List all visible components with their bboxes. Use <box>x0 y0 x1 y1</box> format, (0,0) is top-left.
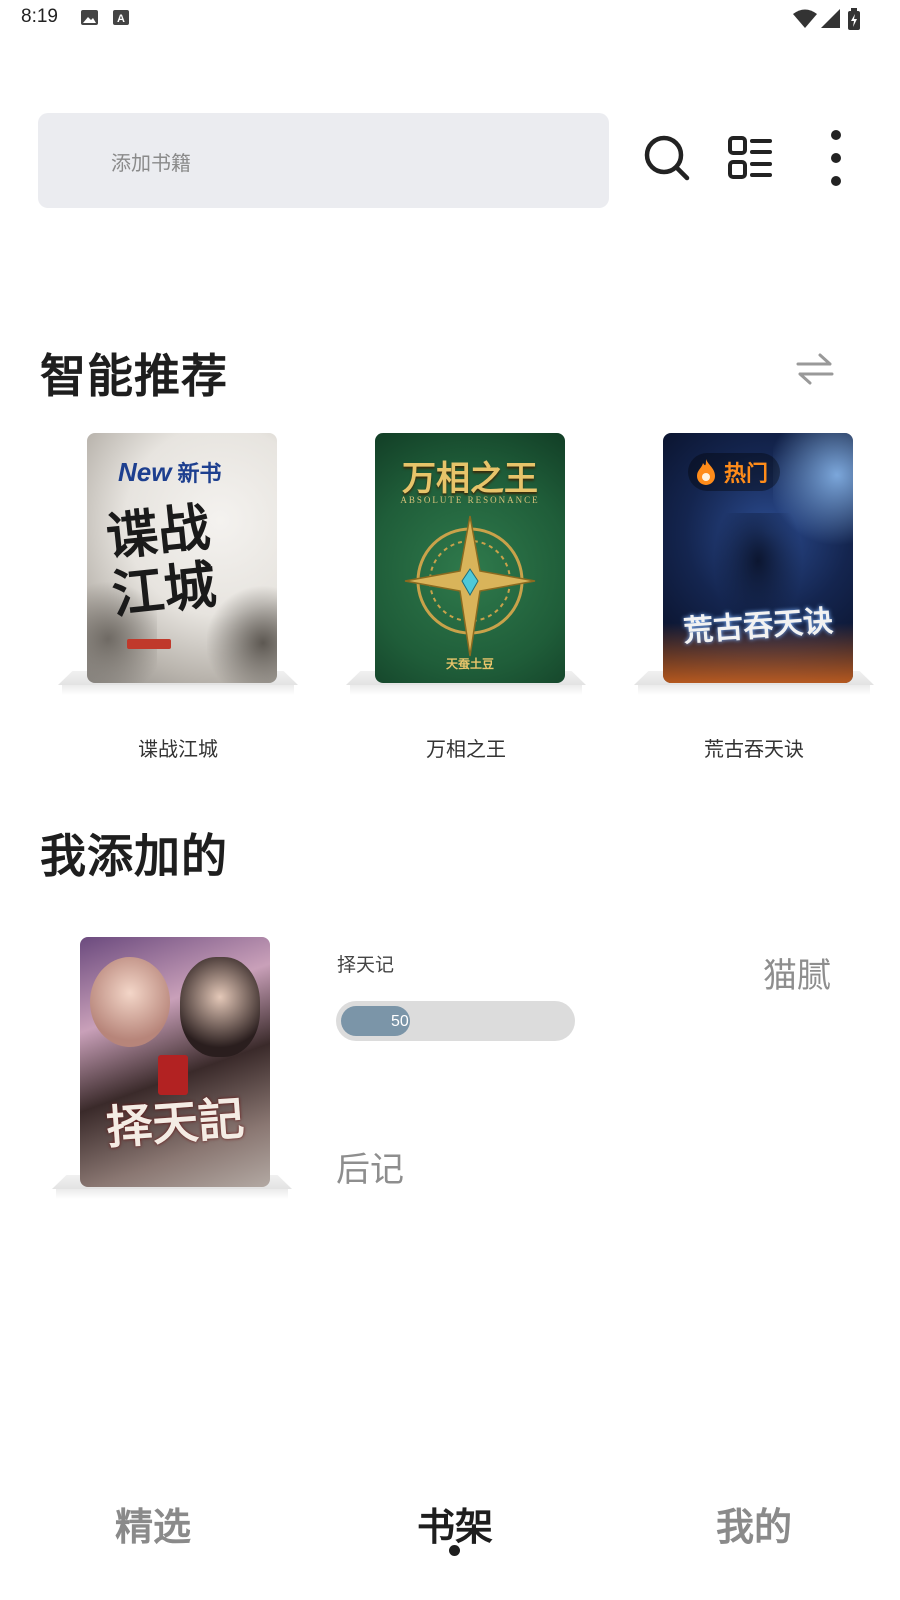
last-chapter: 后记 <box>336 1150 404 1190</box>
flame-icon <box>697 459 715 485</box>
search-icon[interactable] <box>639 130 695 186</box>
list-layout-icon[interactable] <box>722 130 778 186</box>
active-tab-indicator <box>449 1545 460 1556</box>
book-cover[interactable]: 择天記 <box>80 937 270 1187</box>
battery-charging-icon <box>848 8 860 30</box>
added-section-title: 我添加的 <box>40 829 228 883</box>
book-cover[interactable]: 热门 荒古吞天诀 <box>663 433 853 683</box>
book-title: 万相之王 <box>426 737 506 761</box>
swap-icon[interactable] <box>795 352 835 386</box>
more-vertical-icon[interactable] <box>808 130 864 186</box>
nav-tab-featured[interactable]: 精选 <box>115 1496 191 1551</box>
cover-title: 谍战江城 <box>103 496 219 626</box>
reading-progress-bar: 50 <box>336 1001 575 1041</box>
nav-tab-mine[interactable]: 我的 <box>716 1496 792 1551</box>
book-title: 荒古吞天诀 <box>704 737 804 761</box>
new-badge: New 新书 <box>118 456 222 488</box>
cover-author: 天蚕土豆 <box>445 657 494 671</box>
status-bar: 8:19 A <box>0 0 900 36</box>
cover-emblem <box>404 515 536 657</box>
hot-badge: 热门 <box>688 453 781 491</box>
add-book-search-box[interactable]: 添加书籍 <box>38 113 609 208</box>
cell-signal-icon <box>821 9 840 28</box>
book-author: 猫腻 <box>763 956 831 996</box>
svg-text:A: A <box>117 13 125 25</box>
book-title: 谍战江城 <box>138 737 218 761</box>
keyboard-notification-icon: A <box>113 10 129 25</box>
wifi-icon <box>793 9 817 28</box>
cover-subtitle: ABSOLUTE RESONANCE <box>400 495 540 505</box>
recommend-section-title: 智能推荐 <box>40 349 228 403</box>
nav-tab-bookshelf[interactable]: 书架 <box>417 1496 493 1551</box>
added-book-title[interactable]: 择天记 <box>337 950 394 977</box>
progress-fill: 50 <box>341 1006 410 1036</box>
book-cover[interactable]: New 新书 谍战江城 <box>87 433 277 683</box>
status-time: 8:19 <box>21 6 58 27</box>
search-placeholder: 添加书籍 <box>111 151 191 175</box>
book-cover[interactable]: 万相之王 ABSOLUTE RESONANCE 天蚕土豆 <box>375 433 565 683</box>
progress-label: 50 <box>391 1013 409 1030</box>
image-notification-icon <box>81 10 98 25</box>
cover-title: 万相之王 <box>402 459 538 499</box>
cover-title: 择天記 <box>104 1091 246 1155</box>
